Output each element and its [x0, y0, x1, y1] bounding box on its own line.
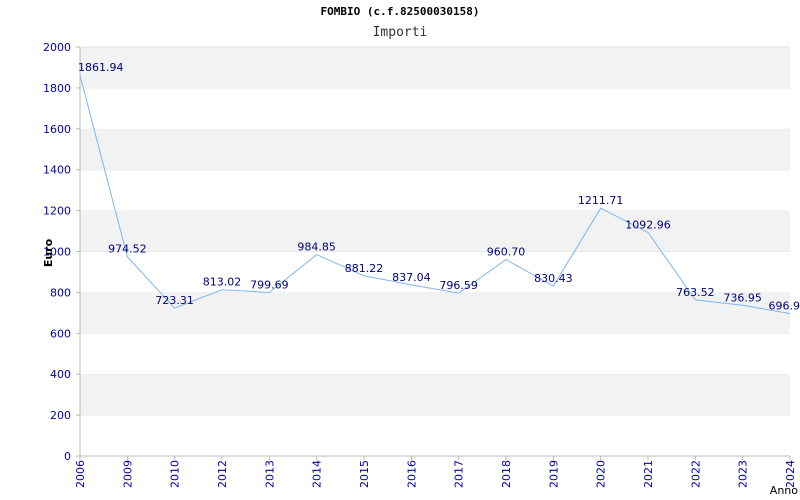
y-tick-label: 600	[50, 327, 71, 340]
plot-area: 0200400600800100012001400160018002000 20…	[42, 41, 800, 497]
data-label: 763.52	[676, 286, 715, 299]
data-label: 696.9	[769, 299, 800, 312]
data-label: 881.22	[345, 262, 384, 275]
data-label: 813.02	[203, 276, 242, 289]
data-label: 1861.94	[78, 61, 124, 74]
data-label: 974.52	[108, 243, 147, 256]
grid-band	[80, 169, 790, 211]
x-tick-label: 2014	[311, 460, 324, 488]
data-label: 830.43	[534, 272, 573, 285]
x-tick-label: 2016	[405, 460, 418, 488]
grid-band	[80, 374, 790, 416]
grid-band	[80, 47, 790, 88]
y-axis-label: Euro	[42, 238, 55, 267]
x-tick-label: 2022	[689, 460, 702, 488]
data-label: 984.85	[297, 241, 336, 254]
x-tick-label: 2010	[169, 460, 182, 488]
data-label: 1211.71	[578, 194, 624, 207]
y-tick-label: 400	[50, 368, 71, 381]
grid-band	[80, 87, 790, 129]
x-tick-label: 2020	[595, 460, 608, 488]
grid-band	[80, 333, 790, 375]
y-tick-label: 1400	[43, 164, 71, 177]
data-label: 796.59	[439, 279, 478, 292]
x-tick-label: 2015	[358, 460, 371, 488]
y-tick-label: 0	[64, 450, 71, 463]
y-tick-label: 800	[50, 286, 71, 299]
chart: FOMBIO (c.f.82500030158) Importi 0 200 400…	[0, 0, 800, 500]
y-tick-label: 200	[50, 409, 71, 422]
y-tick-label: 1600	[43, 123, 71, 136]
data-label: 1092.96	[625, 218, 671, 231]
data-label: 799.69	[250, 278, 289, 291]
x-tick-label: 2006	[74, 460, 87, 488]
x-tick-label: 2021	[642, 460, 655, 488]
y-tick-label: 1800	[43, 82, 71, 95]
data-label: 960.70	[487, 246, 526, 259]
x-tick-label: 2018	[500, 460, 513, 488]
x-tick-label: 2013	[263, 460, 276, 488]
x-tick-label: 2019	[547, 460, 560, 488]
grid-band	[80, 128, 790, 170]
x-tick-label: 2009	[121, 460, 134, 488]
y-tick-label: 2000	[43, 41, 71, 54]
data-label: 736.95	[723, 291, 762, 304]
data-label: 723.31	[155, 294, 194, 307]
y-tick-label: 1200	[43, 205, 71, 218]
grid-band	[80, 415, 790, 456]
x-tick-label: 2017	[453, 460, 466, 488]
grid-band	[80, 210, 790, 252]
data-label: 837.04	[392, 271, 431, 284]
x-tick-label: 2023	[737, 460, 750, 488]
x-axis-label: Anno	[770, 484, 798, 497]
x-tick-label: 2012	[216, 460, 229, 488]
